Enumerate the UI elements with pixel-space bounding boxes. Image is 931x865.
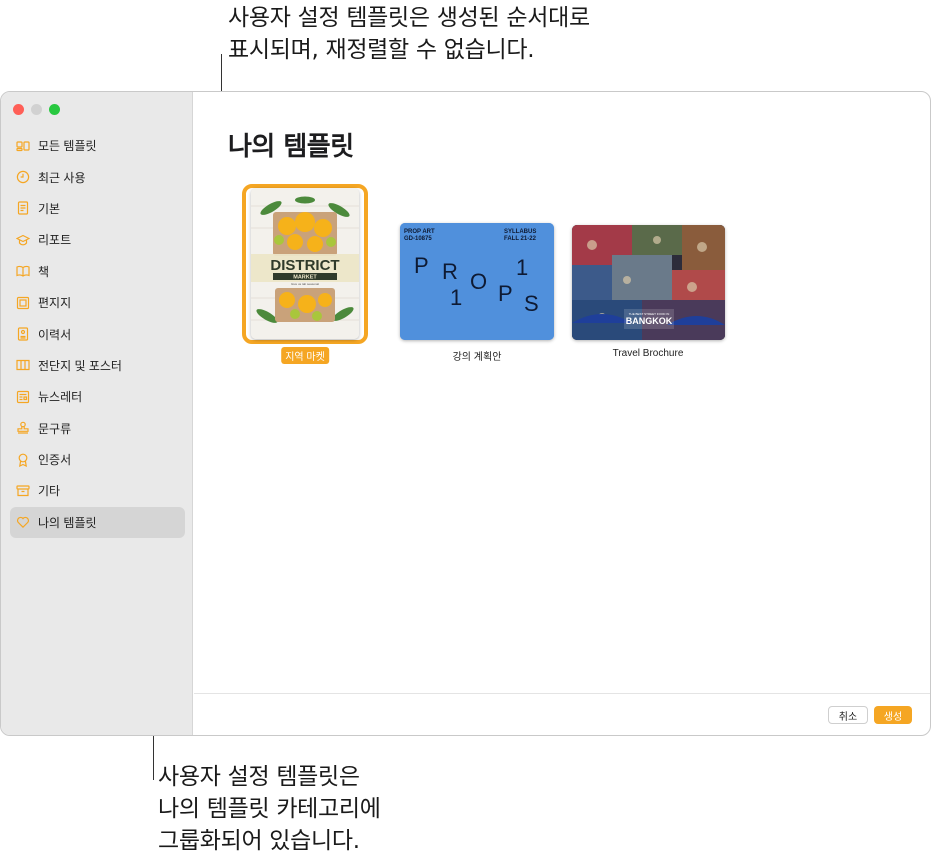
sidebar-item-basic[interactable]: 기본: [10, 193, 185, 224]
callout-top-line-1: 사용자 설정 템플릿은 생성된 순서대로: [228, 5, 590, 31]
callout-bottom: 사용자 설정 템플릿은 나의 템플릿 카테고리에 그룹화되어 있습니다.: [158, 761, 381, 857]
syllabus-letter-s: S: [524, 291, 539, 316]
sidebar-item-flyers-posters[interactable]: 전단지 및 포스터: [10, 350, 185, 381]
syllabus-term-text: FALL 21-22: [504, 236, 537, 242]
document-icon: [16, 201, 30, 216]
template-label-district-market[interactable]: 지역 마켓: [281, 347, 329, 364]
district-caption-text: Give us tab seasonal: [291, 282, 319, 286]
archive-box-icon: [16, 484, 30, 498]
zoom-window-button[interactable]: [49, 104, 60, 115]
template-thumbnail-district-market[interactable]: DISTRICT MARKET Give us tab seasonal: [251, 188, 359, 339]
syllabus-code-text: GD-10875: [404, 236, 432, 242]
close-window-button[interactable]: [13, 104, 24, 115]
district-subtitle-text: MARKET: [293, 275, 317, 281]
syllabus-letter-p1: P: [414, 253, 429, 278]
sidebar-item-label: 이력서: [38, 327, 72, 342]
district-market-artwork: DISTRICT MARKET Give us tab seasonal: [251, 188, 359, 339]
sidebar-item-label: 기타: [38, 484, 61, 499]
template-chooser-window: 모든 템플릿 최근 사용 기본 리포트 책 편지지 이력서 전단지 및 포스터 …: [0, 91, 931, 736]
sidebar-item-label: 모든 템플릿: [38, 139, 97, 154]
syllabus-letter-r: R: [442, 259, 458, 284]
callout-bottom-line-1: 사용자 설정 템플릿은: [158, 764, 360, 790]
callout-bottom-line-2: 나의 템플릿 카테고리에: [158, 796, 381, 822]
category-list: 모든 템플릿 최근 사용 기본 리포트 책 편지지 이력서 전단지 및 포스터 …: [10, 130, 185, 539]
cancel-button[interactable]: 취소: [828, 706, 868, 724]
syllabus-artwork: PROP ART GD-10875 SYLLABUS FALL 21-22 P …: [400, 223, 554, 340]
sidebar-item-label: 뉴스레터: [38, 390, 83, 405]
callout-top-line-2: 표시되며, 재정렬할 수 없습니다.: [228, 37, 535, 63]
sidebar-item-label: 책: [38, 264, 50, 279]
sidebar-item-label: 인증서: [38, 453, 72, 468]
template-thumbnail-travel-brochure[interactable]: THE BEST STREET FOOD IN BANGKOK: [572, 225, 725, 340]
graduation-cap-icon: [16, 233, 30, 247]
create-button[interactable]: 생성: [874, 706, 912, 724]
template-thumbnail-syllabus[interactable]: PROP ART GD-10875 SYLLABUS FALL 21-22 P …: [400, 223, 554, 340]
syllabus-course-text: PROP ART: [404, 229, 435, 235]
callout-bottom-line-3: 그룹화되어 있습니다.: [158, 828, 360, 854]
sidebar-item-stationery-goods[interactable]: 문구류: [10, 413, 185, 444]
dialog-footer: 취소 생성: [194, 693, 930, 735]
sidebar-item-my-templates[interactable]: 나의 템플릿: [10, 506, 185, 539]
travel-brochure-artwork: THE BEST STREET FOOD IN BANGKOK: [572, 225, 725, 340]
callout-top: 사용자 설정 템플릿은 생성된 순서대로 표시되며, 재정렬할 수 없습니다.: [228, 2, 590, 66]
clock-icon: [16, 170, 30, 184]
template-label-travel-brochure[interactable]: Travel Brochure: [613, 348, 684, 359]
syllabus-label-text: SYLLABUS: [504, 229, 536, 235]
resume-icon: [16, 327, 30, 341]
syllabus-letter-p2: P: [498, 281, 513, 306]
stationery-icon: [16, 296, 30, 310]
flyer-icon: [16, 358, 30, 372]
sidebar-item-label: 최근 사용: [38, 170, 86, 185]
sidebar-item-certificates[interactable]: 인증서: [10, 444, 185, 475]
newsletter-icon: [16, 390, 30, 404]
sidebar-item-misc[interactable]: 기타: [10, 475, 185, 506]
sidebar-item-label: 기본: [38, 201, 61, 216]
sidebar-item-reports[interactable]: 리포트: [10, 224, 185, 255]
sidebar-item-label: 편지지: [38, 296, 72, 311]
sidebar-item-resumes[interactable]: 이력서: [10, 318, 185, 349]
sidebar-item-label: 전단지 및 포스터: [38, 358, 122, 373]
template-label-syllabus[interactable]: 강의 계획안: [453, 348, 502, 363]
sidebar-item-newsletters[interactable]: 뉴스레터: [10, 381, 185, 412]
syllabus-digit-1b: 1: [450, 285, 462, 310]
brochure-city-text: BANGKOK: [626, 316, 673, 326]
book-icon: [16, 264, 30, 278]
stamp-icon: [16, 421, 30, 435]
template-gallery: 나의 템플릿 DISTRICT MARKET Give us tab seaso…: [194, 92, 930, 735]
sidebar-item-stationery[interactable]: 편지지: [10, 287, 185, 318]
sidebar-item-all-templates[interactable]: 모든 템플릿: [10, 130, 185, 161]
minimize-window-button[interactable]: [31, 104, 42, 115]
syllabus-digit-1a: 1: [516, 255, 528, 280]
window-controls: [13, 104, 60, 115]
sidebar-item-recent[interactable]: 최근 사용: [10, 161, 185, 192]
heart-icon: [16, 515, 30, 529]
sidebar-item-label: 문구류: [38, 421, 72, 436]
all-templates-icon: [16, 139, 30, 153]
district-title-text: DISTRICT: [270, 257, 339, 274]
sidebar: 모든 템플릿 최근 사용 기본 리포트 책 편지지 이력서 전단지 및 포스터 …: [1, 92, 193, 735]
page-title: 나의 템플릿: [228, 132, 354, 162]
sidebar-item-label: 리포트: [38, 233, 72, 248]
sidebar-item-books[interactable]: 책: [10, 256, 185, 287]
ribbon-icon: [16, 453, 30, 467]
sidebar-item-label: 나의 템플릿: [38, 515, 97, 530]
syllabus-letter-o: O: [470, 269, 487, 294]
